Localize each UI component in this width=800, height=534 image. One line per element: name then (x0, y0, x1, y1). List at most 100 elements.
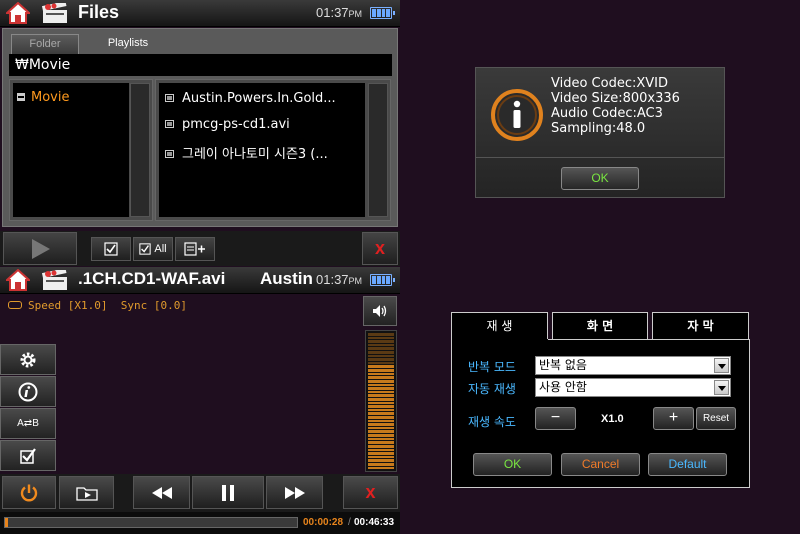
tab-playlists[interactable]: Playlists (93, 34, 163, 54)
volume-segment (368, 426, 394, 430)
pause-button[interactable] (192, 476, 264, 509)
volume-segment (368, 419, 394, 423)
info-button[interactable] (0, 376, 56, 407)
path-bar: ₩Movie (9, 54, 392, 76)
ok-button[interactable]: OK (561, 167, 639, 190)
volume-segment (368, 379, 394, 383)
video-file-icon (165, 119, 174, 128)
autoplay-select[interactable]: 사용 안함 (535, 378, 731, 397)
rewind-button[interactable] (133, 476, 190, 509)
close-icon: x (365, 482, 376, 502)
list-item[interactable]: Austin.Powers.In.Gold... (165, 91, 365, 106)
checkbox-icon (104, 242, 118, 256)
volume-segment (368, 401, 394, 405)
video-file-icon (165, 149, 174, 158)
divider (476, 157, 724, 158)
tab-subtitle[interactable]: 자 막 (652, 312, 749, 340)
volume-segment (368, 383, 394, 387)
close-icon: x (374, 238, 385, 258)
cancel-button[interactable]: Cancel (561, 453, 640, 476)
volume-segment (368, 405, 394, 408)
list-item[interactable]: 그레이 아나토미 시즌3 (... (165, 143, 365, 162)
tree-item-movie[interactable]: Movie (17, 90, 69, 105)
folder-tree: Movie (13, 83, 129, 217)
chevron-down-icon[interactable] (714, 380, 729, 395)
chevron-down-icon[interactable] (714, 358, 729, 373)
subtitle-icon (8, 301, 22, 309)
volume-segment (368, 459, 394, 462)
speed-value: X1.0 (601, 413, 624, 425)
info-line-audio-codec: Audio Codec:AC3 (551, 106, 663, 121)
list-item[interactable]: pmcg-ps-cd1.avi (165, 117, 365, 132)
home-icon[interactable] (6, 269, 30, 291)
checkbox-icon (20, 447, 36, 464)
settings-button[interactable] (0, 344, 56, 375)
folder-video-icon (42, 3, 67, 23)
seek-bar[interactable] (4, 517, 298, 528)
player-title-scroll: Austin.I (260, 269, 312, 288)
ok-button[interactable]: OK (473, 453, 552, 476)
volume-segment (368, 343, 394, 347)
seek-bar-fill (5, 518, 8, 527)
volume-segment (368, 412, 394, 416)
files-title: Files (78, 2, 120, 22)
fast-forward-icon (284, 486, 305, 499)
checkbox-icon (139, 243, 152, 255)
info-line-video-size: Video Size:800x336 (551, 91, 680, 106)
folder-tree-pane: Movie (9, 79, 153, 221)
play-button[interactable] (3, 232, 77, 265)
volume-meter[interactable] (365, 330, 397, 472)
playlist-button[interactable] (59, 476, 114, 509)
volume-segment (368, 336, 394, 340)
check-all-label: All (154, 243, 167, 255)
bookmark-button[interactable] (0, 440, 56, 471)
tab-playback[interactable]: 재 생 (451, 312, 548, 341)
volume-segment (368, 462, 394, 466)
repeat-mode-label: 반복 모드 (468, 360, 516, 374)
volume-segment (368, 358, 394, 361)
tree-scrollbar[interactable] (130, 83, 150, 217)
volume-segment (368, 434, 394, 437)
tab-screen[interactable]: 화 면 (552, 312, 648, 340)
home-icon[interactable] (6, 2, 30, 24)
speed-increase-button[interactable]: + (653, 407, 694, 430)
playback-speed-label: 재생 속도 (468, 415, 516, 429)
volume-segment (368, 333, 394, 336)
player-toolbar: x (0, 474, 400, 512)
files-titlebar: Files 01:37PM (0, 0, 400, 27)
file-list-scrollbar[interactable] (368, 83, 388, 217)
file-browser-panel: Folder Playlists ₩Movie Movie Austin.Pow… (2, 28, 398, 227)
close-button[interactable]: x (343, 476, 398, 509)
volume-button[interactable] (363, 296, 397, 326)
volume-segment (368, 347, 394, 351)
player-titlebar: .1CH.CD1-WAF.avi Austin.I 01:37PM (0, 267, 400, 294)
volume-segment (368, 365, 394, 369)
volume-segment (368, 394, 394, 397)
speaker-icon (373, 305, 387, 317)
reset-button[interactable]: Reset (696, 407, 736, 430)
repeat-mode-select[interactable]: 반복 없음 (535, 356, 731, 375)
check-all-button[interactable]: All (133, 237, 173, 261)
info-icon (491, 89, 543, 141)
add-to-playlist-button[interactable] (175, 237, 215, 261)
collapse-icon[interactable] (17, 92, 25, 101)
player-clock: 01:37PM (316, 272, 363, 287)
ab-repeat-button[interactable]: A⇄B (0, 408, 56, 439)
autoplay-label: 자동 재생 (468, 382, 516, 396)
close-button[interactable]: x (362, 232, 398, 265)
files-toolbar: All x (0, 231, 400, 266)
volume-segment (368, 340, 394, 343)
tab-folder[interactable]: Folder (11, 34, 79, 54)
volume-segment (368, 390, 394, 394)
volume-segment (368, 466, 394, 470)
info-text: Video Codec:XVID Video Size:800x336 Audi… (551, 76, 680, 136)
fast-forward-button[interactable] (266, 476, 323, 509)
info-icon (18, 382, 38, 401)
files-clock: 01:37PM (316, 5, 363, 20)
speed-decrease-button[interactable]: − (535, 407, 576, 430)
power-button[interactable] (2, 476, 56, 509)
default-button[interactable]: Default (648, 453, 727, 476)
volume-segment (368, 423, 394, 426)
check-button[interactable] (91, 237, 131, 261)
volume-segment (368, 452, 394, 455)
